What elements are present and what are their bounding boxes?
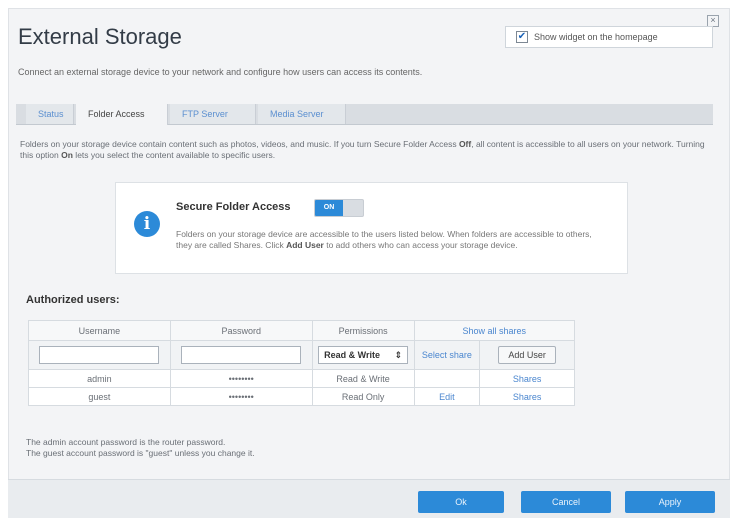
select-arrows-icon: ⇕ — [394, 350, 403, 360]
password-notes: The admin account password is the router… — [26, 437, 255, 459]
authorized-users-heading: Authorized users: — [26, 294, 120, 306]
password-header: Password — [169, 320, 313, 341]
secure-folder-access-toggle[interactable]: ON — [314, 199, 364, 217]
show-all-shares-link[interactable]: Show all shares — [413, 320, 576, 341]
intro-bold-off: Off — [458, 139, 472, 149]
info-icon: i — [134, 211, 160, 237]
table-row: guest •••••••• Read Only Edit Shares — [28, 387, 575, 406]
page-subtitle: Connect an external storage device to yo… — [18, 67, 423, 77]
show-widget-toggle[interactable]: ✔ Show widget on the homepage — [505, 26, 713, 48]
card-desc-2: to add others who can access your storag… — [323, 240, 518, 250]
guest-password-note: The guest account password is "guest" un… — [26, 448, 255, 458]
user-name: guest — [28, 387, 171, 406]
table-header-row: Username Password Permissions Show all s… — [28, 320, 576, 341]
user-shares-link[interactable]: Shares — [513, 374, 542, 384]
intro-text-3: lets you select the content available to… — [72, 150, 276, 160]
secure-folder-access-description: Folders on your storage device are acces… — [176, 229, 606, 251]
table-row: admin •••••••• Read & Write Shares — [28, 369, 575, 388]
tab-media-server[interactable]: Media Server — [258, 104, 346, 124]
user-shares-link[interactable]: Shares — [513, 392, 542, 402]
user-edit — [413, 369, 481, 388]
permissions-select-value: Read & Write — [324, 350, 380, 360]
select-share-link[interactable]: Select share — [422, 350, 472, 360]
folder-access-intro: Folders on your storage device contain c… — [20, 139, 716, 161]
cancel-button[interactable]: Cancel — [521, 491, 611, 513]
page-title: External Storage — [18, 24, 182, 49]
new-user-row: Read & Write ⇕ Select share Add User — [28, 340, 575, 370]
add-user-button[interactable]: Add User — [498, 346, 557, 364]
footer-bar — [8, 479, 730, 518]
apply-button[interactable]: Apply — [625, 491, 715, 513]
permissions-select[interactable]: Read & Write ⇕ — [318, 346, 409, 364]
password-input[interactable] — [181, 346, 302, 364]
intro-bold-on: On — [61, 150, 73, 160]
secure-folder-access-label: Secure Folder Access — [176, 201, 291, 213]
user-edit-link[interactable]: Edit — [439, 392, 455, 402]
card-desc-bold: Add User — [286, 240, 324, 250]
admin-password-note: The admin account password is the router… — [26, 437, 226, 447]
user-password: •••••••• — [169, 369, 313, 388]
username-input[interactable] — [39, 346, 160, 364]
tab-bar: Status Folder Access FTP Server Media Se… — [16, 104, 713, 125]
intro-text-1: Folders on your storage device contain c… — [20, 139, 459, 149]
show-widget-checkbox[interactable]: ✔ — [516, 31, 528, 43]
show-widget-label: Show widget on the homepage — [534, 32, 658, 42]
ok-button[interactable]: Ok — [418, 491, 504, 513]
user-permission: Read & Write — [311, 369, 415, 388]
tab-ftp-server[interactable]: FTP Server — [170, 104, 256, 124]
username-header: Username — [28, 320, 171, 341]
user-password: •••••••• — [169, 387, 313, 406]
show-all-shares-text[interactable]: Show all shares — [463, 326, 527, 336]
toggle-on-label: ON — [315, 200, 343, 216]
secure-folder-access-card: i Secure Folder Access ON Folders on you… — [115, 182, 628, 274]
tab-status[interactable]: Status — [26, 104, 74, 124]
permissions-header: Permissions — [311, 320, 415, 341]
user-name: admin — [28, 369, 171, 388]
user-permission: Read Only — [311, 387, 415, 406]
tab-folder-access[interactable]: Folder Access — [76, 104, 168, 125]
authorized-users-table: Username Password Permissions Show all s… — [28, 320, 576, 406]
